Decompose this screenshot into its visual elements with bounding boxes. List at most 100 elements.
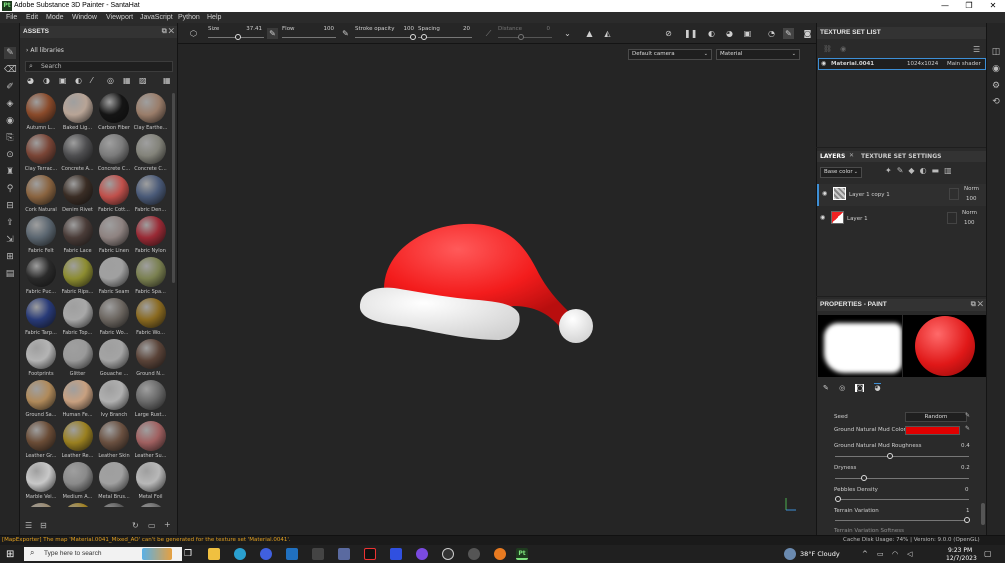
material-thumbnail[interactable] bbox=[62, 298, 93, 328]
material-thumbnail[interactable] bbox=[99, 339, 129, 369]
layer-visibility-icon[interactable]: ◉ bbox=[820, 214, 825, 221]
roughness-slider[interactable] bbox=[835, 456, 969, 457]
material-thumbnail[interactable] bbox=[26, 134, 56, 164]
lazy-mouse-icon[interactable]: ⟋ bbox=[483, 28, 494, 39]
material-thumbnail[interactable] bbox=[135, 134, 166, 164]
distance-slider-knob[interactable] bbox=[518, 34, 524, 40]
stroke-opacity-knob[interactable] bbox=[410, 34, 416, 40]
maximize-button[interactable]: ❐ bbox=[957, 0, 981, 12]
material-thumbnail[interactable] bbox=[26, 339, 56, 369]
material-thumbnail[interactable] bbox=[135, 93, 166, 123]
notification-icon[interactable]: ▢ bbox=[984, 549, 992, 558]
material-thumbnail[interactable] bbox=[135, 462, 166, 492]
layer-opacity[interactable]: 100 bbox=[966, 196, 977, 202]
flow-value[interactable]: 100 bbox=[318, 26, 335, 32]
screenshot-camera-icon[interactable]: ◙ bbox=[802, 28, 813, 39]
add-icon[interactable]: + bbox=[164, 520, 171, 529]
terrain-value[interactable]: 1 bbox=[966, 508, 970, 514]
material-tab-icon[interactable]: ◕ bbox=[874, 383, 881, 392]
distance-value[interactable]: 0 bbox=[534, 26, 551, 32]
menu-viewport[interactable]: Viewport bbox=[106, 13, 133, 22]
particle-filter-icon[interactable]: ◎ bbox=[107, 76, 114, 85]
menu-mode[interactable]: Mode bbox=[46, 13, 64, 22]
texture-set-row[interactable]: ◉ Material.0041 1024x1024 Main shader bbox=[818, 58, 986, 70]
dryness-slider[interactable] bbox=[835, 478, 969, 479]
material-thumbnail[interactable] bbox=[26, 257, 56, 287]
refresh-icon[interactable]: ↻ bbox=[132, 521, 139, 530]
material-thumbnail[interactable] bbox=[26, 421, 56, 451]
link-icon[interactable]: ⛓ bbox=[823, 45, 832, 53]
add-effect-icon[interactable]: ✦ bbox=[885, 166, 897, 175]
material-thumbnail[interactable] bbox=[62, 503, 93, 507]
material-thumbnail[interactable] bbox=[99, 216, 129, 246]
assets-scrollbar[interactable] bbox=[172, 93, 175, 283]
flow-pen-icon[interactable]: ✎ bbox=[267, 28, 278, 39]
layer-mask-slot[interactable] bbox=[947, 212, 957, 224]
substance-painter-taskbar-icon[interactable]: Pt bbox=[516, 548, 528, 560]
material-thumbnail[interactable] bbox=[62, 462, 93, 492]
picker-icon[interactable]: ⊙ bbox=[4, 149, 16, 161]
texture-set-icon[interactable]: ◫ bbox=[990, 46, 1002, 58]
menu-python[interactable]: Python bbox=[178, 13, 200, 22]
material-thumbnail[interactable] bbox=[62, 421, 93, 451]
pebbles-slider[interactable] bbox=[835, 499, 969, 500]
terrain-slider-knob[interactable] bbox=[964, 517, 970, 523]
material-thumbnail[interactable] bbox=[99, 298, 129, 328]
paint-mode-icon[interactable]: ✎ bbox=[783, 28, 794, 39]
layer-mask-slot[interactable] bbox=[949, 188, 959, 200]
material-thumbnail[interactable] bbox=[62, 257, 93, 287]
mirror-icon[interactable]: ▲ bbox=[584, 28, 595, 39]
grid-view-icon[interactable]: ▦ bbox=[163, 76, 171, 85]
material-thumbnail[interactable] bbox=[135, 216, 166, 246]
edge-browser-icon[interactable] bbox=[234, 548, 246, 560]
material-thumbnail[interactable] bbox=[99, 380, 129, 410]
render-icon[interactable]: ◔ bbox=[766, 28, 777, 39]
roughness-slider-knob[interactable] bbox=[887, 453, 893, 459]
shader-settings-icon[interactable]: ⚙ bbox=[990, 80, 1002, 92]
delete-layer-icon[interactable]: ▥ bbox=[944, 166, 957, 175]
library-selector[interactable]: › All libraries bbox=[26, 47, 64, 54]
mud-color-swatch[interactable] bbox=[905, 426, 960, 435]
material-thumbnail[interactable] bbox=[135, 175, 166, 205]
material-thumbnail[interactable] bbox=[26, 462, 56, 492]
add-folder-icon[interactable]: ▬ bbox=[932, 166, 945, 175]
pause-icon[interactable]: ❚❚ bbox=[684, 28, 697, 39]
tab-texture-set-settings[interactable]: TEXTURE SET SETTINGS bbox=[861, 153, 941, 160]
filter-icon[interactable]: ⊟ bbox=[40, 521, 47, 530]
layer-opacity[interactable]: 100 bbox=[964, 220, 975, 226]
camera-mode-icon[interactable]: ◕ bbox=[724, 28, 735, 39]
minimize-button[interactable]: — bbox=[933, 0, 957, 12]
close-tab-icon[interactable]: ✕ bbox=[849, 152, 854, 159]
material-thumbnail[interactable] bbox=[26, 298, 56, 328]
tab-layers[interactable]: LAYERS bbox=[820, 153, 845, 160]
layer-visibility-icon[interactable]: ◉ bbox=[822, 190, 827, 197]
material-thumbnail[interactable] bbox=[99, 421, 129, 451]
paint-brush-icon[interactable]: ✎ bbox=[4, 47, 16, 59]
volume-icon[interactable]: ◁ bbox=[907, 550, 912, 558]
stroke-opacity-slider[interactable] bbox=[355, 37, 415, 38]
history-icon[interactable]: ⟲ bbox=[990, 96, 1002, 108]
weather-text[interactable]: 38°F Cloudy bbox=[800, 550, 840, 558]
stencil-tab-icon[interactable]: ◙ bbox=[855, 384, 865, 392]
material-filter-icon[interactable]: ◕ bbox=[27, 76, 34, 85]
add-mask-icon[interactable]: ◐ bbox=[920, 166, 932, 175]
camera-select[interactable]: Default camera ⌄ bbox=[628, 49, 712, 60]
procedural-filter-icon[interactable]: ◐ bbox=[75, 76, 82, 85]
texture-filter-icon[interactable]: ▣ bbox=[59, 76, 67, 85]
dropper-icon[interactable]: ⚲ bbox=[4, 183, 16, 195]
stroke-opacity-value[interactable]: 100 bbox=[398, 26, 415, 32]
quality-icon[interactable]: ◐ bbox=[706, 28, 717, 39]
blender-icon[interactable] bbox=[494, 548, 506, 560]
material-thumbnail[interactable] bbox=[26, 216, 56, 246]
clone-icon[interactable]: ⎘ bbox=[4, 132, 16, 144]
material-thumbnail[interactable] bbox=[62, 339, 93, 369]
pebbles-value[interactable]: 0 bbox=[965, 487, 969, 493]
size-slider-knob[interactable] bbox=[235, 34, 241, 40]
material-thumbnail[interactable] bbox=[99, 134, 129, 164]
material-thumbnail[interactable] bbox=[99, 462, 129, 492]
material-thumbnail[interactable] bbox=[135, 339, 166, 369]
material-thumbnail[interactable] bbox=[135, 257, 166, 287]
clock-date[interactable]: 12/7/2023 bbox=[946, 555, 977, 562]
alpha-filter-icon[interactable]: ▦ bbox=[123, 76, 131, 85]
color-picker-icon[interactable]: ✎ bbox=[965, 425, 970, 432]
